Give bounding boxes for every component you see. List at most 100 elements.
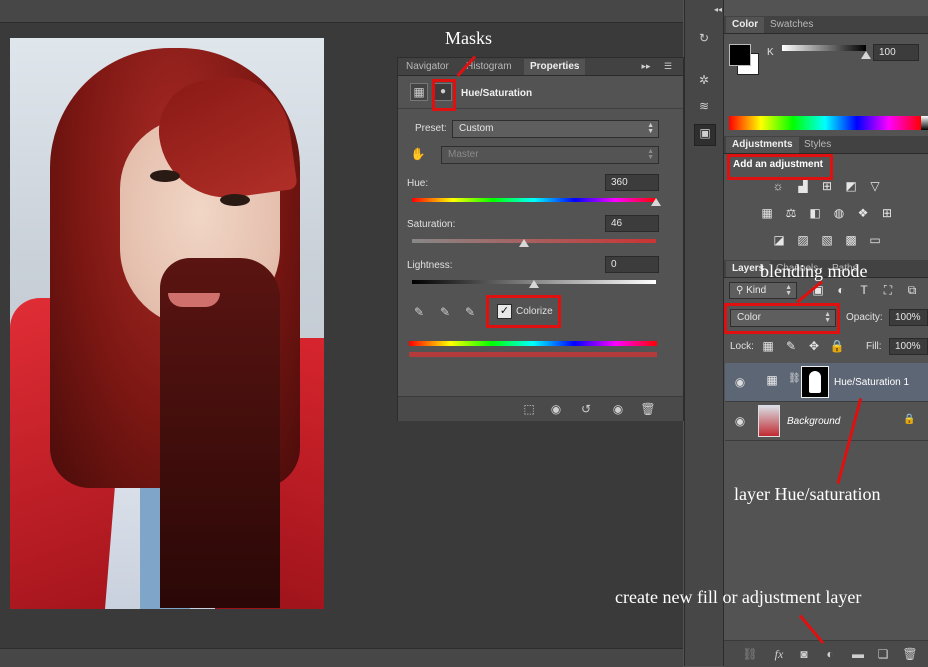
layer-visibility-eye-icon[interactable]: ◉ bbox=[733, 375, 747, 389]
photo-eye-left bbox=[150, 170, 180, 182]
photo-filter-icon[interactable]: ◍ bbox=[831, 206, 847, 220]
color-lookup-icon[interactable]: ⊞ bbox=[879, 206, 895, 220]
actions-icon[interactable]: ✲ bbox=[696, 72, 712, 88]
layer-mask-thumbnail[interactable] bbox=[801, 366, 829, 398]
adjustments-tab-bar: Adjustments Styles bbox=[724, 136, 928, 154]
lightness-slider-thumb[interactable] bbox=[529, 280, 539, 288]
delete-layer-trash-icon[interactable]: 🗑 bbox=[902, 646, 918, 662]
targeted-adjustment-hand-icon[interactable]: ✋ bbox=[410, 146, 426, 162]
document-tab-strip bbox=[0, 0, 683, 23]
color-k-slider[interactable] bbox=[782, 45, 866, 51]
color-bw-ramp[interactable] bbox=[921, 116, 928, 130]
tab-styles[interactable]: Styles bbox=[798, 137, 837, 153]
filter-shape-icon[interactable]: ⛶ bbox=[880, 283, 896, 297]
lightness-input[interactable]: 0 bbox=[605, 256, 659, 273]
preset-value: Custom bbox=[459, 123, 494, 134]
gradient-map-icon[interactable]: ▭ bbox=[867, 233, 883, 247]
opacity-input[interactable]: 100% bbox=[889, 309, 928, 326]
brightness-contrast-icon[interactable]: ☼ bbox=[770, 179, 786, 193]
saturation-label: Saturation: bbox=[407, 219, 456, 230]
layer-filter-kind-dropdown[interactable]: ⚲ Kind ▲ ▼ bbox=[729, 282, 797, 299]
mask-link-icon[interactable]: ⛓ bbox=[788, 373, 801, 389]
invert-icon[interactable]: ◪ bbox=[771, 233, 787, 247]
lock-image-pixels-icon[interactable]: ✎ bbox=[783, 339, 799, 353]
tab-swatches[interactable]: Swatches bbox=[764, 17, 819, 33]
hue-saturation-icon[interactable]: ▦ bbox=[759, 206, 775, 220]
properties-footer: ⬚ ◉ ↺ ◉ 🗑 bbox=[398, 396, 683, 421]
vibrance-icon[interactable]: ▽ bbox=[867, 179, 883, 193]
eyedropper-icon[interactable]: ✎ bbox=[411, 304, 427, 320]
trash-icon[interactable]: 🗑 bbox=[640, 401, 656, 417]
filter-type-icon[interactable]: T bbox=[856, 283, 872, 297]
fill-input[interactable]: 100% bbox=[889, 338, 928, 355]
clip-to-layer-icon[interactable]: ⬚ bbox=[521, 401, 537, 417]
opacity-label: Opacity: bbox=[846, 312, 883, 323]
saturation-input[interactable]: 46 bbox=[605, 215, 659, 232]
eyedropper-plus-icon[interactable]: ✎ bbox=[437, 304, 453, 320]
levels-icon[interactable]: ▟ bbox=[795, 179, 811, 193]
color-k-slider-thumb[interactable] bbox=[861, 51, 871, 59]
hue-slider-track[interactable] bbox=[412, 198, 656, 202]
threshold-icon[interactable]: ▧ bbox=[819, 233, 835, 247]
new-layer-icon[interactable]: ❏ bbox=[875, 646, 891, 662]
exposure-icon[interactable]: ◩ bbox=[843, 179, 859, 193]
properties-header-title: Hue/Saturation bbox=[461, 88, 533, 99]
chevron-updown-icon: ▲ ▼ bbox=[647, 148, 654, 161]
tab-adjustments[interactable]: Adjustments bbox=[726, 137, 799, 153]
layer-row-hue-saturation[interactable]: ◉ ▦ ⛓ Hue/Saturation 1 bbox=[725, 363, 928, 402]
layer-visibility-eye-icon[interactable]: ◉ bbox=[733, 414, 747, 428]
lock-icon: 🔒 bbox=[903, 414, 916, 425]
annotation-box-masks bbox=[432, 79, 456, 111]
new-group-folder-icon[interactable]: ▬ bbox=[850, 646, 866, 662]
panel-menu-icon[interactable]: ☰ bbox=[660, 58, 676, 74]
status-bar bbox=[0, 648, 683, 667]
annotation-box-colorize bbox=[486, 295, 561, 328]
annotation-create-new-fill-text: create new fill or adjustment layer bbox=[615, 587, 862, 607]
lock-all-icon[interactable]: 🔒 bbox=[829, 339, 845, 353]
add-mask-icon[interactable]: ◙ bbox=[796, 646, 812, 662]
curves-icon[interactable]: ⊞ bbox=[819, 179, 835, 193]
filter-smart-object-icon[interactable]: ⧉ bbox=[904, 283, 920, 297]
lock-position-icon[interactable]: ✥ bbox=[806, 339, 822, 353]
document-photo[interactable] bbox=[10, 38, 324, 609]
saturation-slider-thumb[interactable] bbox=[519, 239, 530, 247]
hue-slider-thumb[interactable] bbox=[651, 198, 661, 206]
preset-dropdown[interactable]: Custom ▲ ▼ bbox=[452, 120, 659, 138]
posterize-icon[interactable]: ▨ bbox=[795, 233, 811, 247]
layer-row-background[interactable]: ◉ Background 🔒 bbox=[725, 402, 928, 441]
adjustment-layer-icon[interactable]: ▦ bbox=[410, 83, 428, 101]
search-icon: ⚲ bbox=[736, 285, 747, 296]
black-white-icon[interactable]: ◧ bbox=[807, 206, 823, 220]
selective-color-icon[interactable]: ▩ bbox=[843, 233, 859, 247]
color-balance-icon[interactable]: ⚖ bbox=[783, 206, 799, 220]
tab-navigator[interactable]: Navigator bbox=[400, 59, 455, 75]
hue-input[interactable]: 360 bbox=[605, 174, 659, 191]
properties-dock-icon[interactable]: ▣ bbox=[694, 124, 716, 146]
color-spectrum-ramp[interactable] bbox=[729, 116, 921, 130]
color-k-input[interactable]: 100 bbox=[873, 44, 919, 61]
color-ramp-source bbox=[409, 341, 657, 346]
foreground-color-swatch[interactable] bbox=[729, 44, 751, 66]
lock-label: Lock: bbox=[730, 341, 754, 352]
channel-mixer-icon[interactable]: ❖ bbox=[855, 206, 871, 220]
brush-presets-icon[interactable]: ≋ bbox=[696, 98, 712, 114]
saturation-slider-track[interactable] bbox=[412, 239, 656, 243]
tab-properties[interactable]: Properties bbox=[524, 59, 586, 75]
panel-collapse-icon[interactable]: ▸▸ bbox=[638, 58, 654, 74]
layer-style-fx-icon[interactable]: fx bbox=[771, 646, 787, 662]
view-previous-state-icon[interactable]: ◉ bbox=[548, 401, 564, 417]
eyedropper-minus-icon[interactable]: ✎ bbox=[462, 304, 478, 320]
fill-label: Fill: bbox=[866, 341, 882, 352]
layer-name: Background bbox=[787, 416, 841, 427]
tab-color[interactable]: Color bbox=[726, 17, 765, 33]
annotation-box-blend-mode bbox=[724, 303, 840, 334]
history-icon[interactable]: ↻ bbox=[696, 30, 712, 46]
filter-adjustment-icon[interactable]: ◐ bbox=[833, 283, 849, 297]
visibility-eye-icon[interactable]: ◉ bbox=[610, 401, 626, 417]
reset-icon[interactable]: ↺ bbox=[578, 401, 594, 417]
kind-label: Kind bbox=[746, 285, 767, 296]
channel-dropdown[interactable]: Master ▲ ▼ bbox=[441, 146, 659, 164]
lock-transparent-pixels-icon[interactable]: ▦ bbox=[760, 339, 776, 353]
new-fill-adjustment-layer-icon[interactable]: ◐ bbox=[822, 646, 838, 662]
link-layers-icon[interactable]: ⛓ bbox=[742, 646, 758, 662]
